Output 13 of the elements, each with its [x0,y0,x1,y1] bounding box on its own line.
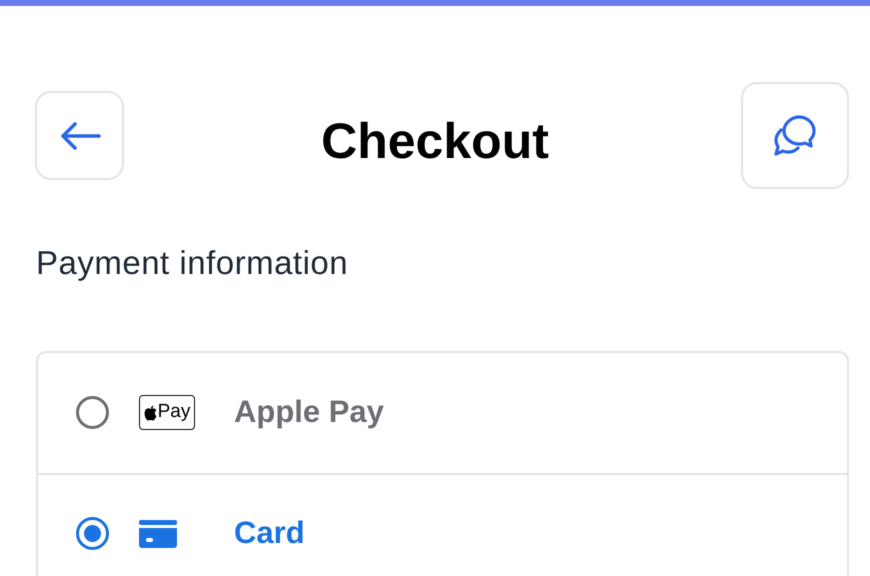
chat-bubbles-icon [772,112,818,158]
back-arrow-icon [58,120,100,150]
chat-button[interactable] [741,82,849,189]
page-title: Checkout [321,113,549,169]
radio-button[interactable] [76,396,109,429]
back-button[interactable] [35,91,124,180]
payment-option[interactable]: Card [38,472,847,576]
radio-button[interactable] [76,517,109,550]
payment-option[interactable]: Pay Apple Pay [38,352,847,472]
apple-icon [144,404,157,420]
section-heading: Payment information [36,243,350,283]
apple-pay-badge: Pay [139,395,195,430]
credit-card-icon [139,520,177,548]
